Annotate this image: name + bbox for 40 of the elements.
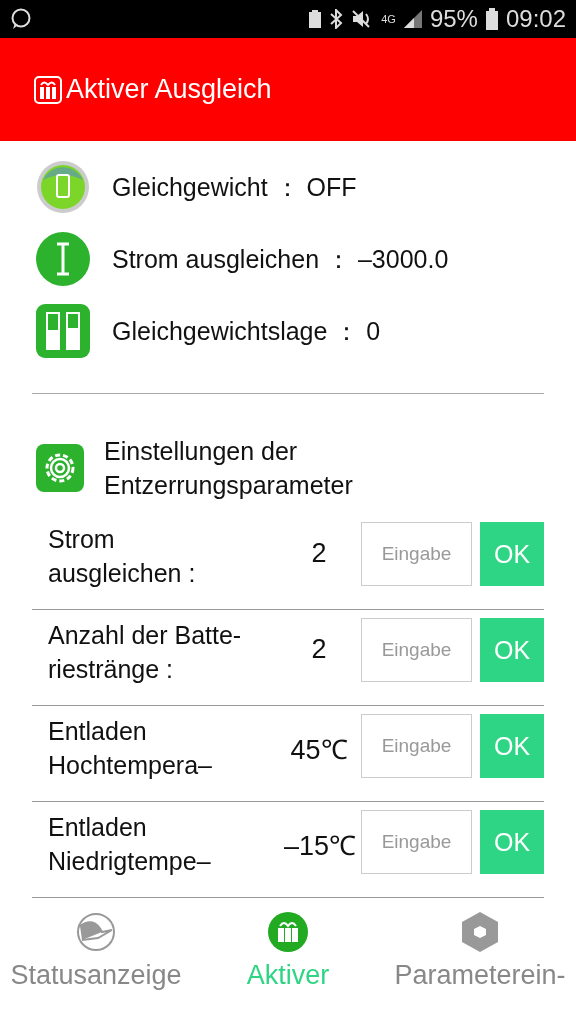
ok-button[interactable]: OK: [480, 714, 544, 778]
input-field[interactable]: Eingabe: [361, 618, 472, 682]
parameter-label: Entladen Hochtempera–: [47, 716, 213, 781]
cells-icon: [36, 304, 90, 358]
battery-icon: [485, 8, 498, 30]
parameter-value: 2: [310, 538, 328, 569]
section-title: Einstellungen der Entzerrungsparameter: [104, 436, 353, 501]
battery-level-icon: [36, 160, 90, 214]
settings-icon: [36, 444, 84, 492]
battery-saver-icon: [309, 10, 322, 28]
ok-button[interactable]: OK: [480, 618, 544, 682]
parameter-value: 45℃: [289, 734, 349, 767]
signal-icon: [403, 10, 422, 28]
input-field[interactable]: Eingabe: [361, 714, 472, 778]
status-reading: Gleichgewichtslage ： 0: [112, 315, 381, 347]
battery-percent: 95%: [429, 5, 478, 33]
parameter-label: Strom ausgleichen :: [47, 524, 197, 589]
input-field[interactable]: Eingabe: [361, 522, 472, 586]
nav-tab[interactable]: Aktiver: [192, 900, 384, 1018]
hexagon-icon: [460, 912, 500, 952]
parameter-label: Anzahl der Batte- riestränge :: [47, 620, 243, 685]
parameter-value: –15℃: [284, 830, 354, 863]
nav-tab[interactable]: Parameterein-: [384, 900, 576, 1018]
screen-title: Aktiver Ausgleich: [66, 74, 272, 105]
battery-pack-icon: [34, 75, 62, 104]
chat-icon: [10, 8, 32, 30]
parameter-value: 2: [310, 634, 328, 665]
clock: 09:02: [505, 5, 566, 33]
status-reading: Strom ausgleichen ： –3000.0: [112, 243, 449, 275]
input-field[interactable]: Eingabe: [361, 810, 472, 874]
bluetooth-icon: [329, 9, 344, 29]
status-reading: Gleichgewicht ： OFF: [112, 171, 357, 203]
current-icon: [36, 232, 90, 286]
nav-tab[interactable]: Statusanzeige: [0, 900, 192, 1018]
parameter-label: Entladen Niedrigtempe–: [47, 812, 212, 877]
ok-button[interactable]: OK: [480, 522, 544, 586]
battery-pack-icon: [268, 912, 308, 952]
globe-icon: [76, 912, 116, 952]
ok-button[interactable]: OK: [480, 810, 544, 874]
network-type: 4G: [381, 13, 396, 25]
